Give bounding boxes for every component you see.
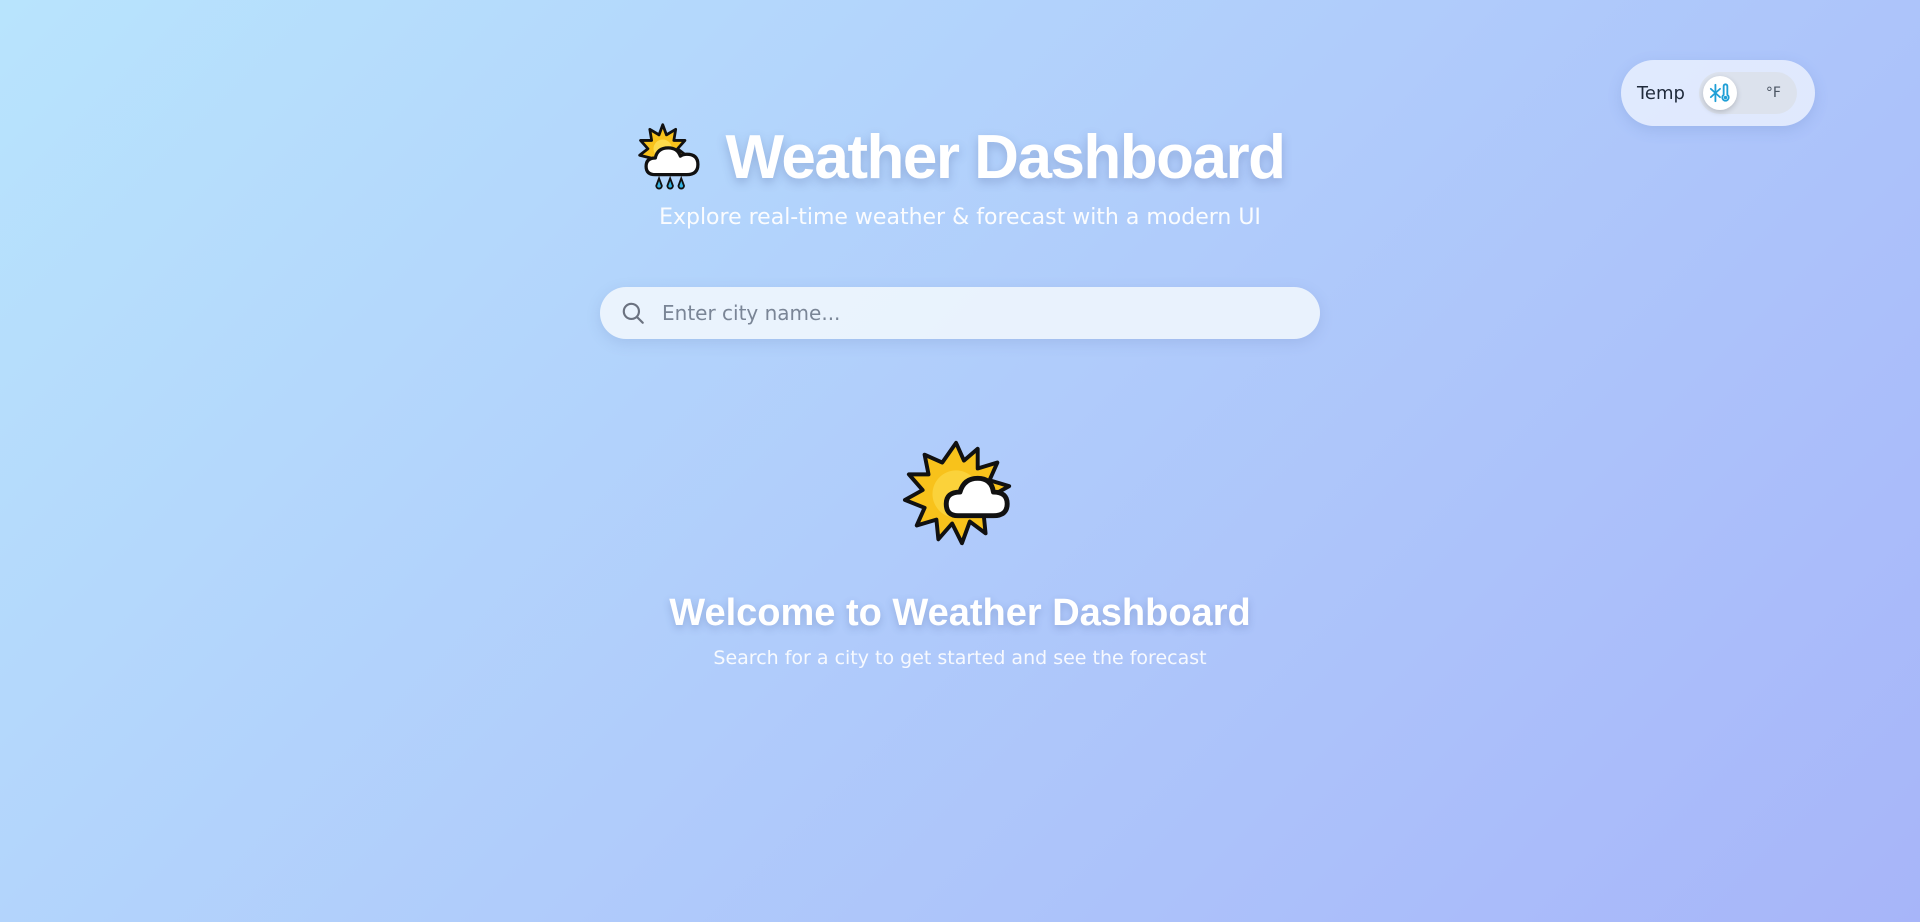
temp-unit-toggle: Temp °F: [1621, 60, 1815, 126]
page-title: Weather Dashboard: [725, 123, 1286, 192]
temp-label: Temp: [1637, 82, 1685, 104]
fahrenheit-label: °F: [1765, 85, 1781, 101]
search-bar[interactable]: [600, 287, 1320, 339]
search-input[interactable]: [660, 300, 1284, 326]
temp-unit-switch[interactable]: °F: [1698, 72, 1797, 114]
welcome-section: Welcome to Weather Dashboard Search for …: [0, 440, 1920, 669]
search-icon: [622, 302, 644, 324]
sun-behind-rain-cloud-icon: [638, 123, 700, 190]
welcome-text: Search for a city to get started and see…: [713, 647, 1207, 669]
welcome-title: Welcome to Weather Dashboard: [669, 592, 1251, 634]
page-header: Weather Dashboard Explore real-time weat…: [0, 118, 1920, 230]
snowflake-thermometer-icon: [1709, 83, 1730, 103]
switch-knob[interactable]: [1702, 76, 1737, 110]
sun-behind-cloud-icon: [902, 440, 1012, 546]
page-subtitle: Explore real-time weather & forecast wit…: [659, 205, 1261, 230]
title-row: Weather Dashboard: [635, 118, 1286, 198]
